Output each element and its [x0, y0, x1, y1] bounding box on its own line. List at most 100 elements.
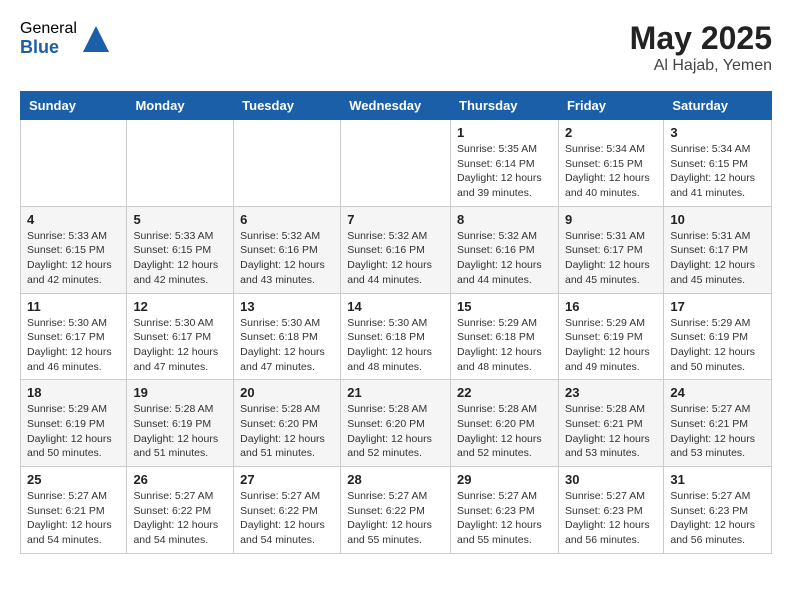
logo-blue: Blue [20, 38, 77, 58]
day-info: Sunrise: 5:30 AM Sunset: 6:18 PM Dayligh… [240, 316, 334, 375]
day-info: Sunrise: 5:28 AM Sunset: 6:20 PM Dayligh… [457, 402, 552, 461]
day-number: 30 [565, 472, 657, 487]
day-info: Sunrise: 5:27 AM Sunset: 6:22 PM Dayligh… [133, 489, 227, 548]
day-number: 26 [133, 472, 227, 487]
day-number: 5 [133, 212, 227, 227]
day-info: Sunrise: 5:27 AM Sunset: 6:22 PM Dayligh… [347, 489, 444, 548]
day-info: Sunrise: 5:31 AM Sunset: 6:17 PM Dayligh… [670, 229, 765, 288]
day-number: 12 [133, 299, 227, 314]
day-info: Sunrise: 5:28 AM Sunset: 6:20 PM Dayligh… [240, 402, 334, 461]
calendar-cell: 10Sunrise: 5:31 AM Sunset: 6:17 PM Dayli… [664, 206, 772, 293]
calendar-cell: 5 Sunrise: 5:33 AM Sunset: 6:15 PM Daylig… [127, 206, 234, 293]
calendar-cell: 27 Sunrise: 5:27 AM Sunset: 6:22 PM Dayli… [234, 467, 341, 554]
calendar-cell: 8 Sunrise: 5:32 AM Sunset: 6:16 PM Daylig… [451, 206, 559, 293]
day-info: Sunrise: 5:33 AM Sunset: 6:15 PM Dayligh… [27, 229, 120, 288]
logo-icon [81, 24, 111, 54]
day-number: 7 [347, 212, 444, 227]
day-info: Sunrise: 5:29 AM Sunset: 6:19 PM Dayligh… [565, 316, 657, 375]
day-number: 22 [457, 385, 552, 400]
day-number: 24 [670, 385, 765, 400]
day-number: 29 [457, 472, 552, 487]
calendar-cell: 24 Sunrise: 5:27 AM Sunset: 6:21 PM Dayli… [664, 380, 772, 467]
day-info: Sunrise: 5:35 AM Sunset: 6:14 PM Dayligh… [457, 142, 552, 201]
logo: General Blue [20, 20, 111, 57]
day-info: Sunrise: 5:28 AM Sunset: 6:21 PM Dayligh… [565, 402, 657, 461]
weekday-header-monday: Monday [127, 92, 234, 120]
day-number: 11 [27, 299, 120, 314]
calendar-cell: 30 Sunrise: 5:27 AM Sunset: 6:23 PM Dayli… [558, 467, 663, 554]
page-header: General Blue May 2025 Al Hajab, Yemen [20, 20, 772, 75]
calendar-table: SundayMondayTuesdayWednesdayThursdayFrid… [20, 91, 772, 554]
calendar-cell: 16 Sunrise: 5:29 AM Sunset: 6:19 PM Dayli… [558, 293, 663, 380]
day-number: 15 [457, 299, 552, 314]
day-info: Sunrise: 5:28 AM Sunset: 6:19 PM Dayligh… [133, 402, 227, 461]
month-year-title: May 2025 [630, 20, 772, 57]
location-subtitle: Al Hajab, Yemen [630, 57, 772, 75]
day-number: 3 [670, 125, 765, 140]
day-info: Sunrise: 5:31 AM Sunset: 6:17 PM Dayligh… [565, 229, 657, 288]
day-info: Sunrise: 5:29 AM Sunset: 6:19 PM Dayligh… [27, 402, 120, 461]
day-number: 20 [240, 385, 334, 400]
weekday-header-saturday: Saturday [664, 92, 772, 120]
day-number: 23 [565, 385, 657, 400]
calendar-week-row: 1 Sunrise: 5:35 AM Sunset: 6:14 PM Daylig… [21, 120, 772, 207]
weekday-header-tuesday: Tuesday [234, 92, 341, 120]
day-info: Sunrise: 5:27 AM Sunset: 6:21 PM Dayligh… [670, 402, 765, 461]
day-info: Sunrise: 5:34 AM Sunset: 6:15 PM Dayligh… [670, 142, 765, 201]
calendar-cell: 23 Sunrise: 5:28 AM Sunset: 6:21 PM Dayli… [558, 380, 663, 467]
calendar-cell: 31 Sunrise: 5:27 AM Sunset: 6:23 PM Dayli… [664, 467, 772, 554]
calendar-cell: 2Sunrise: 5:34 AM Sunset: 6:15 PM Daylig… [558, 120, 663, 207]
calendar-cell: 17Sunrise: 5:29 AM Sunset: 6:19 PM Dayli… [664, 293, 772, 380]
day-info: Sunrise: 5:33 AM Sunset: 6:15 PM Dayligh… [133, 229, 227, 288]
calendar-cell: 6Sunrise: 5:32 AM Sunset: 6:16 PM Daylig… [234, 206, 341, 293]
calendar-cell [127, 120, 234, 207]
calendar-cell: 19 Sunrise: 5:28 AM Sunset: 6:19 PM Dayli… [127, 380, 234, 467]
calendar-cell: 4 Sunrise: 5:33 AM Sunset: 6:15 PM Daylig… [21, 206, 127, 293]
title-block: May 2025 Al Hajab, Yemen [630, 20, 772, 75]
weekday-header-wednesday: Wednesday [341, 92, 451, 120]
day-info: Sunrise: 5:27 AM Sunset: 6:23 PM Dayligh… [670, 489, 765, 548]
day-info: Sunrise: 5:27 AM Sunset: 6:22 PM Dayligh… [240, 489, 334, 548]
day-number: 27 [240, 472, 334, 487]
calendar-cell: 26 Sunrise: 5:27 AM Sunset: 6:22 PM Dayli… [127, 467, 234, 554]
day-info: Sunrise: 5:30 AM Sunset: 6:18 PM Dayligh… [347, 316, 444, 375]
day-number: 17 [670, 299, 765, 314]
calendar-cell: 13 Sunrise: 5:30 AM Sunset: 6:18 PM Dayli… [234, 293, 341, 380]
calendar-cell: 9 Sunrise: 5:31 AM Sunset: 6:17 PM Daylig… [558, 206, 663, 293]
calendar-week-row: 18 Sunrise: 5:29 AM Sunset: 6:19 PM Dayli… [21, 380, 772, 467]
day-number: 9 [565, 212, 657, 227]
calendar-week-row: 11 Sunrise: 5:30 AM Sunset: 6:17 PM Dayli… [21, 293, 772, 380]
weekday-header-row: SundayMondayTuesdayWednesdayThursdayFrid… [21, 92, 772, 120]
day-number: 1 [457, 125, 552, 140]
day-info: Sunrise: 5:32 AM Sunset: 6:16 PM Dayligh… [457, 229, 552, 288]
day-info: Sunrise: 5:30 AM Sunset: 6:17 PM Dayligh… [133, 316, 227, 375]
calendar-cell [21, 120, 127, 207]
day-number: 31 [670, 472, 765, 487]
day-number: 8 [457, 212, 552, 227]
day-number: 16 [565, 299, 657, 314]
day-info: Sunrise: 5:28 AM Sunset: 6:20 PM Dayligh… [347, 402, 444, 461]
logo-text: General Blue [20, 20, 77, 57]
calendar-cell: 3 Sunrise: 5:34 AM Sunset: 6:15 PM Daylig… [664, 120, 772, 207]
day-number: 4 [27, 212, 120, 227]
calendar-cell: 12 Sunrise: 5:30 AM Sunset: 6:17 PM Dayli… [127, 293, 234, 380]
day-number: 18 [27, 385, 120, 400]
calendar-cell: 14Sunrise: 5:30 AM Sunset: 6:18 PM Dayli… [341, 293, 451, 380]
day-info: Sunrise: 5:32 AM Sunset: 6:16 PM Dayligh… [240, 229, 334, 288]
day-number: 2 [565, 125, 657, 140]
weekday-header-friday: Friday [558, 92, 663, 120]
calendar-cell: 7Sunrise: 5:32 AM Sunset: 6:16 PM Daylig… [341, 206, 451, 293]
day-number: 19 [133, 385, 227, 400]
day-number: 28 [347, 472, 444, 487]
calendar-cell [234, 120, 341, 207]
calendar-cell: 11Sunrise: 5:30 AM Sunset: 6:17 PM Dayli… [21, 293, 127, 380]
day-info: Sunrise: 5:29 AM Sunset: 6:18 PM Dayligh… [457, 316, 552, 375]
day-info: Sunrise: 5:27 AM Sunset: 6:23 PM Dayligh… [457, 489, 552, 548]
calendar-cell: 21Sunrise: 5:28 AM Sunset: 6:20 PM Dayli… [341, 380, 451, 467]
day-number: 13 [240, 299, 334, 314]
calendar-week-row: 25Sunrise: 5:27 AM Sunset: 6:21 PM Dayli… [21, 467, 772, 554]
calendar-cell: 1 Sunrise: 5:35 AM Sunset: 6:14 PM Daylig… [451, 120, 559, 207]
day-info: Sunrise: 5:27 AM Sunset: 6:23 PM Dayligh… [565, 489, 657, 548]
weekday-header-thursday: Thursday [451, 92, 559, 120]
calendar-cell: 28 Sunrise: 5:27 AM Sunset: 6:22 PM Dayli… [341, 467, 451, 554]
